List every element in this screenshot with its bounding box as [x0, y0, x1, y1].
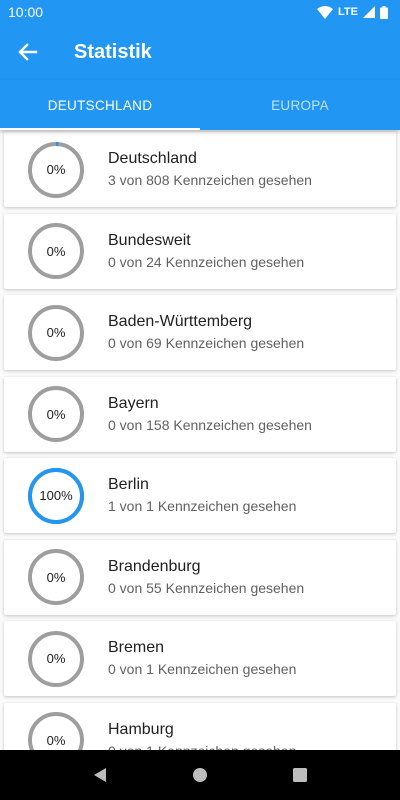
- list-item-title: Deutschland: [108, 150, 197, 167]
- list-item[interactable]: 0% Bundesweit 0 von 24 Kennzeichen gesehen: [4, 213, 396, 289]
- progress-ring: 0%: [27, 141, 85, 199]
- list-item-text: Hamburg 0 von 1 Kennzeichen gesehen: [108, 720, 296, 751]
- list-item-title: Bundesweit: [108, 231, 191, 249]
- tab-europa[interactable]: EUROPA: [200, 80, 400, 130]
- list-item-subtitle: 0 von 55 Kennzeichen gesehen: [108, 579, 305, 596]
- back-button[interactable]: [0, 24, 56, 80]
- list-item-text: Berlin 1 von 1 Kennzeichen gesehen: [108, 475, 296, 516]
- progress-percent: 0%: [46, 732, 66, 748]
- progress-percent: 100%: [39, 488, 73, 503]
- back-nav-icon[interactable]: [92, 767, 108, 783]
- list-item-title: Hamburg: [108, 720, 174, 738]
- list-item-title: Berlin: [108, 476, 149, 493]
- progress-percent: 0%: [46, 651, 66, 666]
- list-item-text: Deutschland 3 von 808 Kennzeichen gesehen: [108, 149, 312, 190]
- network-label: LTE: [338, 6, 358, 18]
- list-item[interactable]: 0% Hamburg 0 von 1 Kennzeichen gesehen: [4, 702, 396, 751]
- list-item[interactable]: 0% Bremen 0 von 1 Kennzeichen gesehen: [4, 621, 396, 696]
- status-bar: 10:00 LTE: [0, 0, 400, 24]
- progress-percent: 0%: [46, 162, 66, 177]
- list-item-text: Brandenburg 0 von 55 Kennzeichen gesehen: [108, 557, 304, 598]
- progress-percent: 0%: [46, 243, 66, 259]
- list-item-text: Bayern 0 von 158 Kennzeichen gesehen: [108, 394, 312, 435]
- list-item[interactable]: 0% Brandenburg 0 von 55 Kennzeichen gesehe…: [4, 539, 396, 615]
- list-item-title: Bayern: [108, 394, 159, 412]
- progress-ring: 0%: [27, 385, 85, 443]
- list-item-subtitle: 0 von 1 Kennzeichen gesehen: [108, 741, 296, 751]
- home-nav-icon[interactable]: [192, 767, 208, 783]
- app-bar: Statistik: [0, 24, 400, 80]
- progress-ring: 100%: [27, 467, 85, 525]
- list-item-text: Bundesweit 0 von 24 Kennzeichen gesehen: [108, 231, 304, 272]
- tab-bar: DEUTSCHLAND EUROPA: [0, 80, 400, 130]
- progress-ring: 0%: [27, 222, 85, 280]
- list-item-subtitle: 3 von 808 Kennzeichen gesehen: [108, 172, 312, 188]
- progress-ring: 0%: [27, 548, 85, 606]
- list-item-subtitle: 0 von 69 Kennzeichen gesehen: [108, 335, 305, 351]
- list-item[interactable]: 0% Deutschland 3 von 808 Kennzeichen geseh…: [4, 132, 396, 207]
- navigation-bar: [0, 750, 400, 800]
- progress-percent: 0%: [46, 406, 66, 422]
- list-item-text: Baden-Württemberg 0 von 69 Kennzeichen ge…: [108, 312, 304, 353]
- status-icons: LTE: [317, 5, 388, 19]
- progress-ring: 0%: [27, 630, 85, 688]
- progress-ring: 0%: [27, 304, 85, 362]
- list-item-title: Baden-Württemberg: [108, 313, 253, 330]
- battery-icon: [380, 5, 388, 19]
- statistics-list[interactable]: 0% Deutschland 3 von 808 Kennzeichen geseh…: [0, 130, 400, 750]
- list-item[interactable]: 0% Baden-Württemberg 0 von 69 Kennzeichen …: [4, 295, 396, 370]
- list-item-title: Brandenburg: [108, 557, 201, 575]
- recents-nav-icon[interactable]: [292, 767, 308, 783]
- list-item-subtitle: 1 von 1 Kennzeichen gesehen: [108, 498, 297, 514]
- list-item-text: Bremen 0 von 1 Kennzeichen gesehen: [108, 638, 296, 679]
- wifi-icon: [317, 5, 334, 19]
- signal-icon: [363, 6, 375, 18]
- progress-ring: 0%: [27, 711, 85, 750]
- progress-percent: 0%: [46, 569, 66, 585]
- list-item[interactable]: 0% Bayern 0 von 158 Kennzeichen gesehen: [4, 376, 396, 452]
- status-time: 10:00: [8, 4, 44, 20]
- list-item-subtitle: 0 von 158 Kennzeichen gesehen: [108, 416, 312, 433]
- arrow-back-icon: [18, 43, 38, 61]
- list-item[interactable]: 100% Berlin 1 von 1 Kennzeichen gesehen: [4, 458, 396, 533]
- tab-deutschland[interactable]: DEUTSCHLAND: [0, 80, 200, 130]
- list-item-title: Bremen: [108, 639, 165, 656]
- list-item-subtitle: 0 von 1 Kennzeichen gesehen: [108, 661, 297, 677]
- progress-percent: 0%: [46, 325, 66, 340]
- page-title: Statistik: [74, 40, 152, 63]
- list-item-subtitle: 0 von 24 Kennzeichen gesehen: [108, 253, 305, 270]
